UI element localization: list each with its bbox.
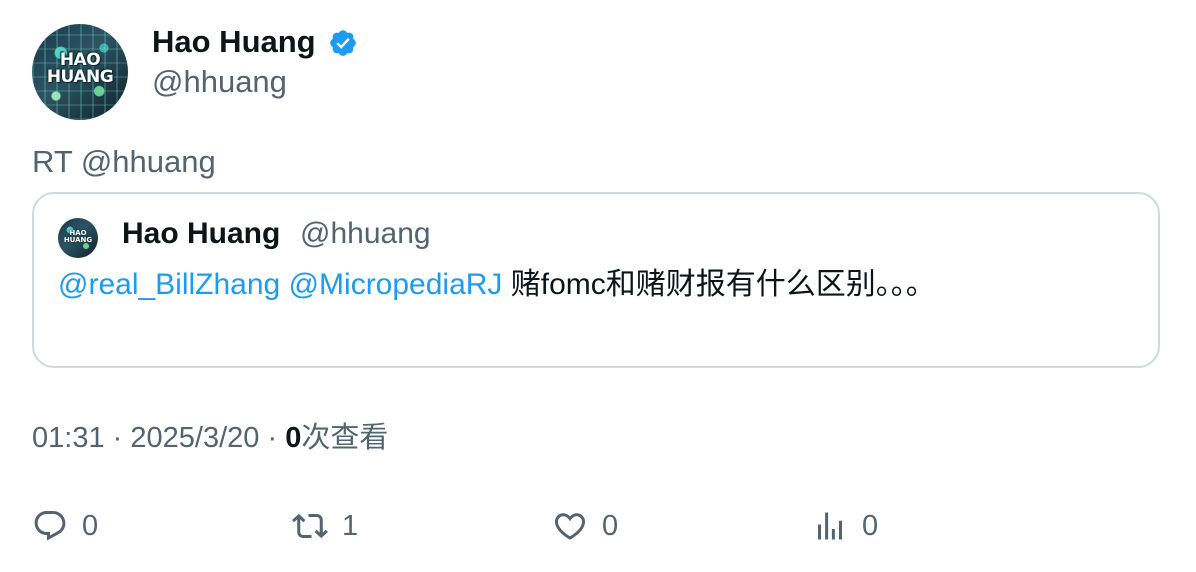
reply-count: 0 — [82, 510, 99, 542]
author-handle[interactable]: @hhuang — [152, 64, 287, 100]
meta-separator: · — [267, 422, 278, 454]
author-display-name[interactable]: Hao Huang — [152, 24, 316, 60]
analytics-icon — [818, 512, 842, 540]
mention-link[interactable]: @real_BillZhang — [58, 268, 280, 301]
tweet-meta: 01:31 · 2025/3/20 · 0次查看 — [32, 420, 388, 456]
quoted-body-text: 赌fomc和赌财报有什么区别。。。 — [510, 268, 936, 301]
quoted-author-handle: @hhuang — [300, 217, 431, 250]
retweet-button[interactable]: 1 — [292, 506, 358, 546]
reply-icon — [34, 511, 66, 541]
reply-button[interactable]: 0 — [32, 506, 98, 546]
verified-badge-icon — [330, 30, 356, 56]
tweet-time[interactable]: 01:31 — [32, 422, 105, 454]
heart-icon — [554, 513, 586, 540]
author-avatar[interactable]: HAO HUANG — [32, 24, 128, 120]
retweet-count: 1 — [342, 510, 359, 542]
quoted-tweet-card[interactable]: HAO HUANG Hao Huang @hhuang @real_BillZh… — [32, 192, 1160, 368]
mention-link[interactable]: @MicropediaRJ — [289, 268, 503, 301]
quoted-avatar-logo-line2: HUANG — [63, 236, 93, 244]
like-button[interactable]: 0 — [552, 506, 618, 546]
views-button[interactable]: 0 — [812, 506, 878, 546]
tweet-date[interactable]: 2025/3/20 — [130, 422, 259, 454]
meta-separator: · — [112, 422, 123, 454]
retweet-icon — [292, 513, 328, 539]
views-action-count: 0 — [862, 510, 879, 542]
quoted-tweet-text: @real_BillZhang @MicropediaRJ 赌fomc和赌财报有… — [58, 266, 936, 304]
avatar-logo-text: HAO HUANG — [32, 52, 128, 86]
views-count: 0 — [285, 422, 302, 454]
quoted-author-avatar: HAO HUANG — [58, 218, 98, 258]
views-label: 次查看 — [301, 422, 389, 454]
quoted-avatar-logo-text: HAO HUANG — [58, 230, 98, 244]
avatar-logo-line2: HUANG — [46, 67, 114, 87]
tweet-text: RT @hhuang — [32, 144, 216, 179]
quoted-author-display-name: Hao Huang — [122, 217, 281, 250]
like-count: 0 — [602, 510, 619, 542]
